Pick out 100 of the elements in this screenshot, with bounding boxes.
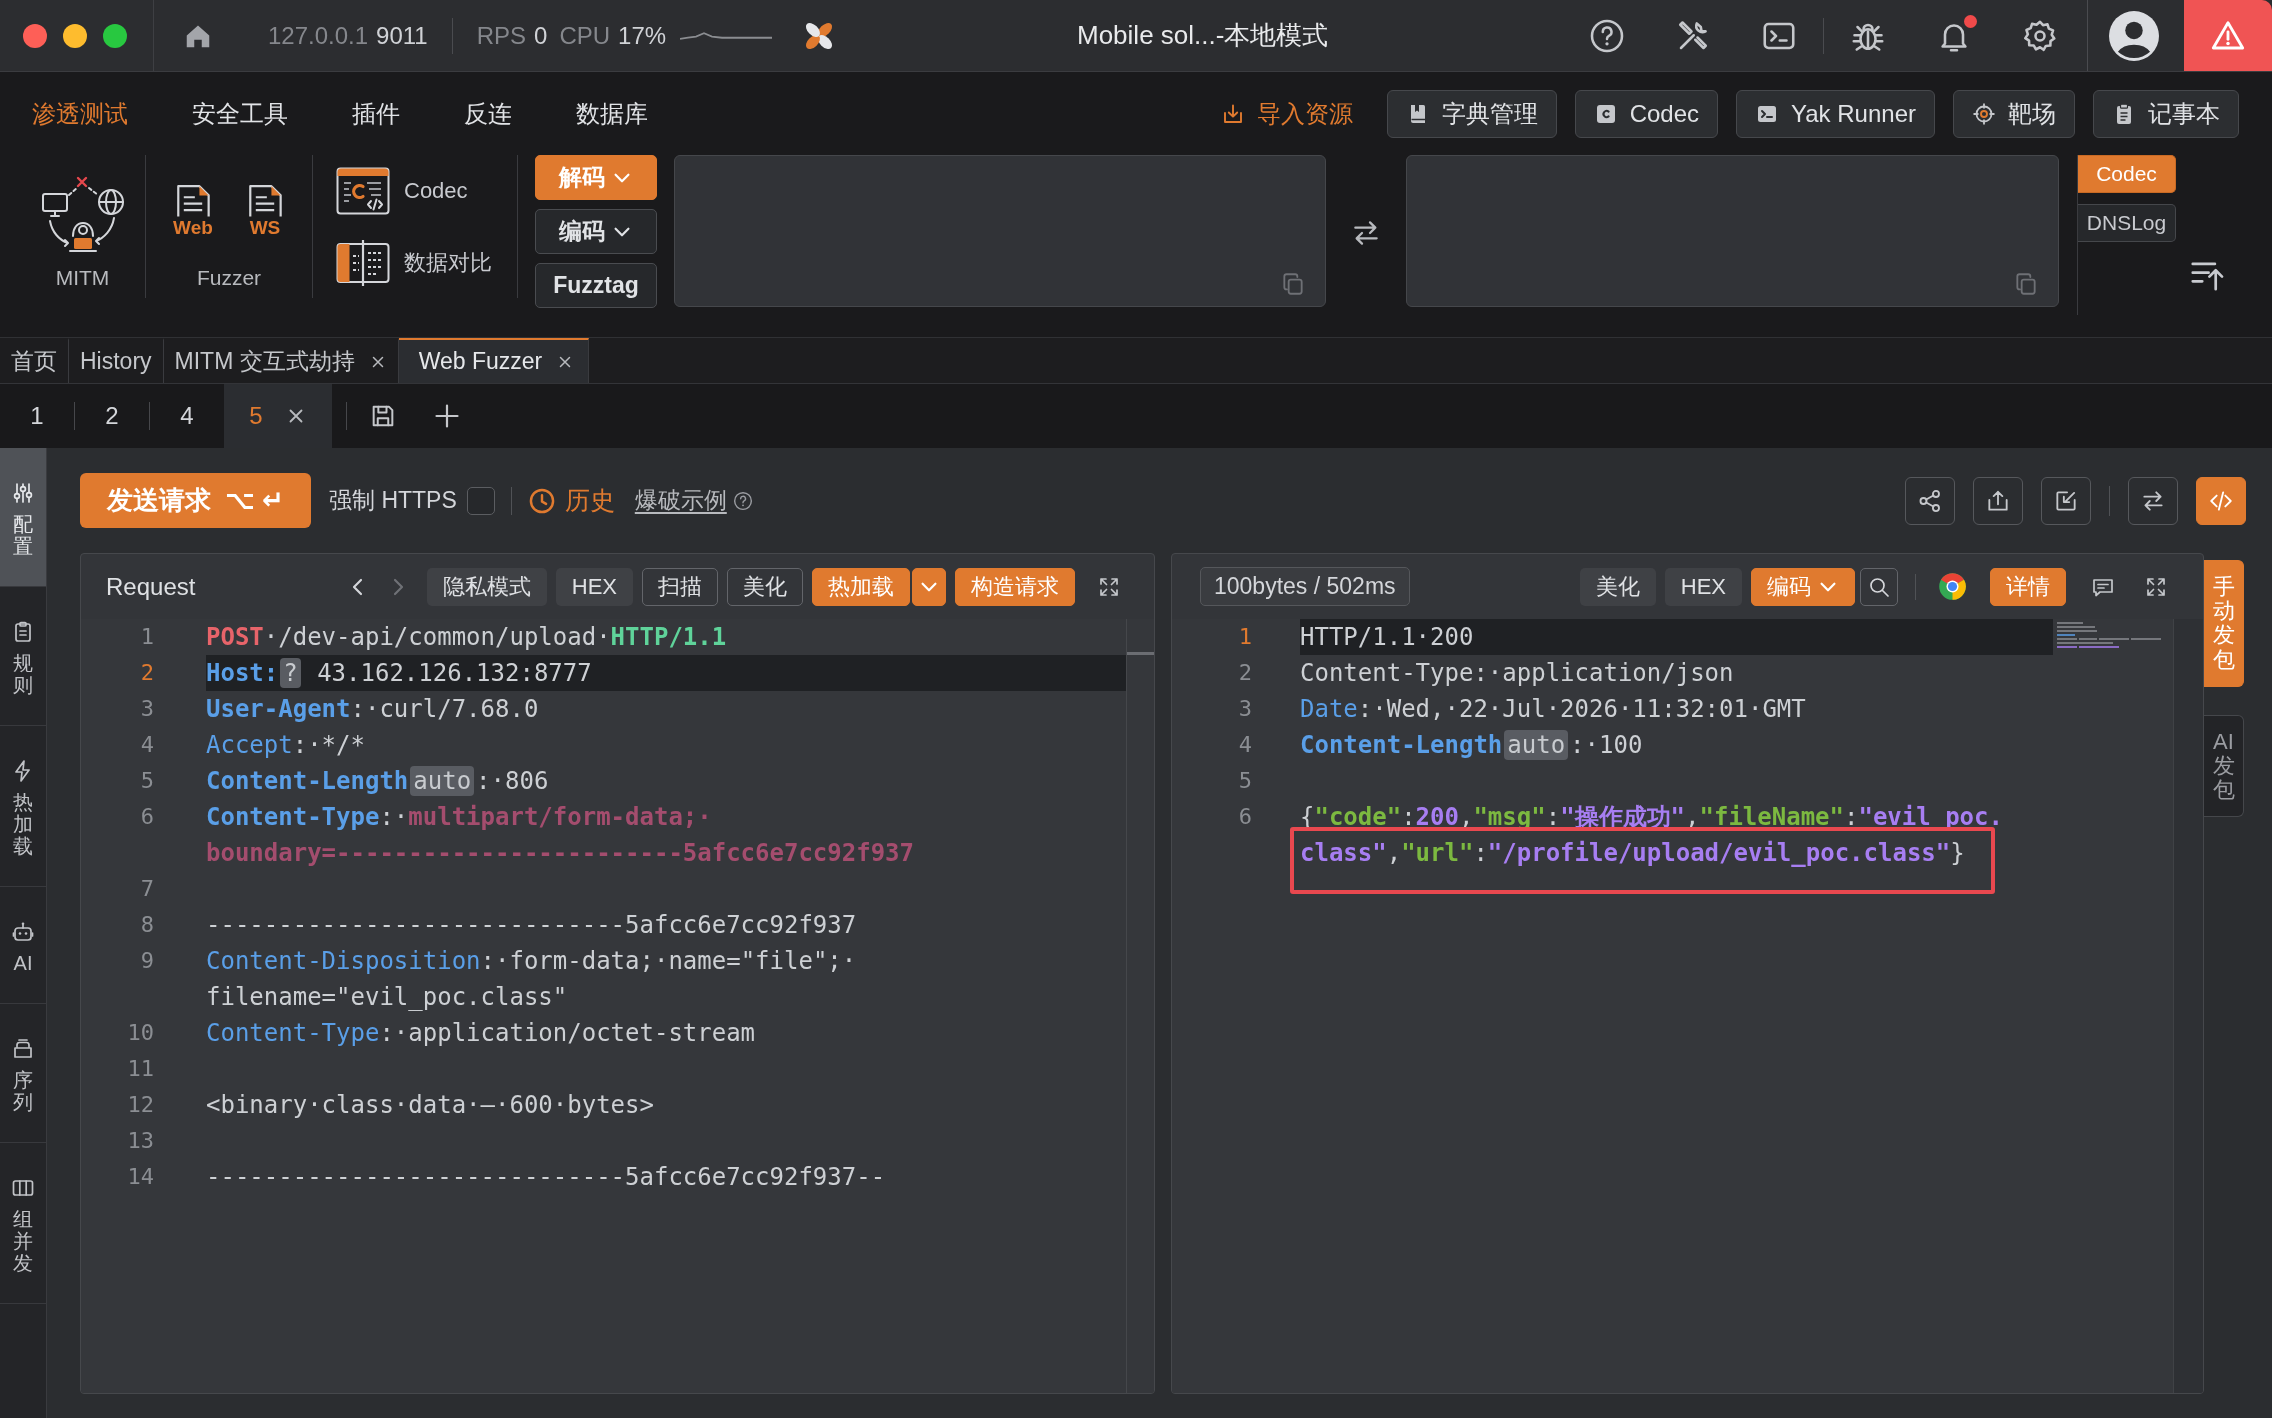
- sidebar-tab[interactable]: 配置: [0, 448, 46, 587]
- copy-icon[interactable]: [2013, 271, 2039, 297]
- dropdown-button[interactable]: [912, 567, 946, 606]
- editor-button[interactable]: HEX: [555, 567, 633, 606]
- share-icon: [1917, 487, 1943, 514]
- fuzzer-tab[interactable]: 2: [75, 384, 149, 448]
- tab[interactable]: 首页: [0, 338, 69, 383]
- tool-button[interactable]: 数据对比: [336, 239, 492, 287]
- input-field[interactable]: [674, 155, 1326, 307]
- help-icon[interactable]: [732, 490, 753, 511]
- plus-icon[interactable]: [433, 402, 461, 430]
- fuzzer-tab[interactable]: 1: [0, 384, 74, 448]
- close-window-button[interactable]: [23, 23, 47, 48]
- history-link[interactable]: 历史: [527, 484, 615, 517]
- menu-tab[interactable]: 渗透测试: [32, 97, 128, 130]
- tricolor-circle-icon[interactable]: [1938, 572, 1967, 601]
- code-line: Date:·Wed,·22·Jul·2026·11:32:01·GMT: [1300, 694, 1806, 725]
- cpu-label: CPU: [559, 21, 611, 50]
- line-number: 1: [1237, 623, 1253, 651]
- avatar-icon[interactable]: [2109, 10, 2159, 61]
- import-link[interactable]: 导入资源: [1220, 97, 1353, 130]
- code-line: HTTP/1.1·200: [1300, 622, 1474, 653]
- code-line: User-Agent:·curl/7.68.0: [206, 694, 539, 725]
- rps-value: 0: [534, 21, 548, 50]
- split-panel-icon: [336, 239, 390, 287]
- help-icon[interactable]: [1589, 17, 1625, 54]
- alert-button[interactable]: [2184, 0, 2272, 71]
- checkbox[interactable]: [466, 486, 495, 515]
- scrollbar-thumb[interactable]: [1127, 652, 1154, 655]
- code-line: Content-Disposition:·form-data;·name="file";·: [206, 946, 857, 977]
- output-field[interactable]: [1406, 155, 2059, 307]
- code-line: Content-Type:·multipart/form-data;·: [206, 802, 712, 833]
- editor-button[interactable]: 美化: [1579, 567, 1656, 606]
- code-line: -----------------------------5afcc6e7cc92f937: [206, 910, 857, 941]
- action-button[interactable]: [2128, 476, 2178, 525]
- menu-tab[interactable]: 数据库: [576, 97, 648, 130]
- search-button[interactable]: [1860, 567, 1898, 606]
- menu-tab[interactable]: 插件: [352, 97, 400, 130]
- line-number: 14: [126, 1163, 155, 1191]
- tab[interactable]: History: [69, 338, 164, 383]
- side-tab[interactable]: AI发包: [2204, 714, 2244, 818]
- code-line: filename="evil_poc.class": [206, 982, 568, 1013]
- window-title: Mobile sol...-本地模式: [1077, 19, 1329, 52]
- scrollbar-track[interactable]: [2173, 619, 2203, 1393]
- line-number: 4: [1237, 731, 1253, 759]
- action-button[interactable]: [1905, 476, 1955, 525]
- code-line: Content-Type:·application/json: [1300, 658, 1734, 689]
- mode-button[interactable]: Fuzztag: [535, 263, 657, 308]
- tab[interactable]: MITM 交互式劫持: [163, 338, 399, 383]
- ribbon-button[interactable]: 靶场: [1953, 89, 2075, 138]
- network-intercept-icon: [39, 174, 126, 254]
- example-link[interactable]: 爆破示例: [634, 485, 727, 516]
- sidebar-tab[interactable]: AI: [0, 887, 46, 1004]
- sidebar-tab[interactable]: 规则: [0, 587, 46, 726]
- action-button[interactable]: [2041, 476, 2091, 525]
- sidebar-tab[interactable]: 组并发: [0, 1143, 46, 1304]
- sliders-icon: [11, 481, 35, 505]
- line-number: 10: [126, 1019, 155, 1047]
- fuzzer-button[interactable]: WS: [240, 183, 290, 239]
- action-button[interactable]: [1973, 476, 2023, 525]
- code-line: class","url":"/profile/upload/evil_poc.class"}: [1300, 838, 1965, 869]
- code-line: POST·/dev-api/common/upload·HTTP/1.1: [206, 622, 727, 653]
- line-number: 2: [139, 659, 155, 687]
- line-number: 5: [139, 767, 155, 795]
- ribbon-button[interactable]: 记事本: [2093, 89, 2239, 138]
- robot-icon: [11, 920, 35, 944]
- group-label: Fuzzer: [196, 265, 262, 291]
- editor-button[interactable]: 隐私模式: [426, 567, 547, 606]
- ribbon-button[interactable]: Yak Runner: [1736, 89, 1935, 138]
- line-number: 2: [1237, 659, 1253, 687]
- server-host: 127.0.0.1: [268, 21, 369, 50]
- zoom-window-button[interactable]: [103, 23, 127, 48]
- editor-button[interactable]: 美化: [727, 567, 803, 606]
- tool-button[interactable]: Codec: [336, 167, 468, 215]
- ribbon-button[interactable]: 字典管理: [1386, 89, 1557, 138]
- tab[interactable]: Web Fuzzer: [398, 338, 590, 383]
- editor-button[interactable]: 扫描: [642, 567, 718, 606]
- code-line: Content-Length auto :·806: [206, 765, 549, 798]
- sidebar-tab[interactable]: 热加载: [0, 726, 46, 887]
- menu-tab[interactable]: 反连: [464, 97, 512, 130]
- fuzzer-button[interactable]: Web: [168, 183, 218, 239]
- sidebar-tab[interactable]: 序列: [0, 1004, 46, 1143]
- copy-icon[interactable]: [1280, 271, 1306, 297]
- line-number: 3: [1237, 695, 1253, 723]
- fuzzer-tab[interactable]: 4: [150, 384, 224, 448]
- line-number: 13: [126, 1127, 155, 1155]
- mitm-button[interactable]: MITM: [39, 174, 126, 291]
- code-line: boundary=------------------------5afcc6e7cc92f937: [206, 838, 914, 869]
- response-stats: 100bytes / 502ms: [1200, 567, 1410, 606]
- ribbon-button[interactable]: Codec: [1574, 89, 1719, 138]
- fuzzer-tab[interactable]: 5: [224, 384, 332, 448]
- minimize-window-button[interactable]: [63, 23, 87, 48]
- action-button[interactable]: [2196, 476, 2246, 525]
- line-number: 6: [1237, 803, 1253, 831]
- menu-tab[interactable]: 安全工具: [192, 97, 288, 130]
- mode-button[interactable]: 编码: [535, 209, 657, 254]
- editor-button[interactable]: HEX: [1664, 567, 1742, 606]
- side-tab[interactable]: DNSLog: [2078, 204, 2176, 242]
- line-number: 8: [139, 911, 155, 939]
- line-number: 11: [126, 1055, 155, 1083]
